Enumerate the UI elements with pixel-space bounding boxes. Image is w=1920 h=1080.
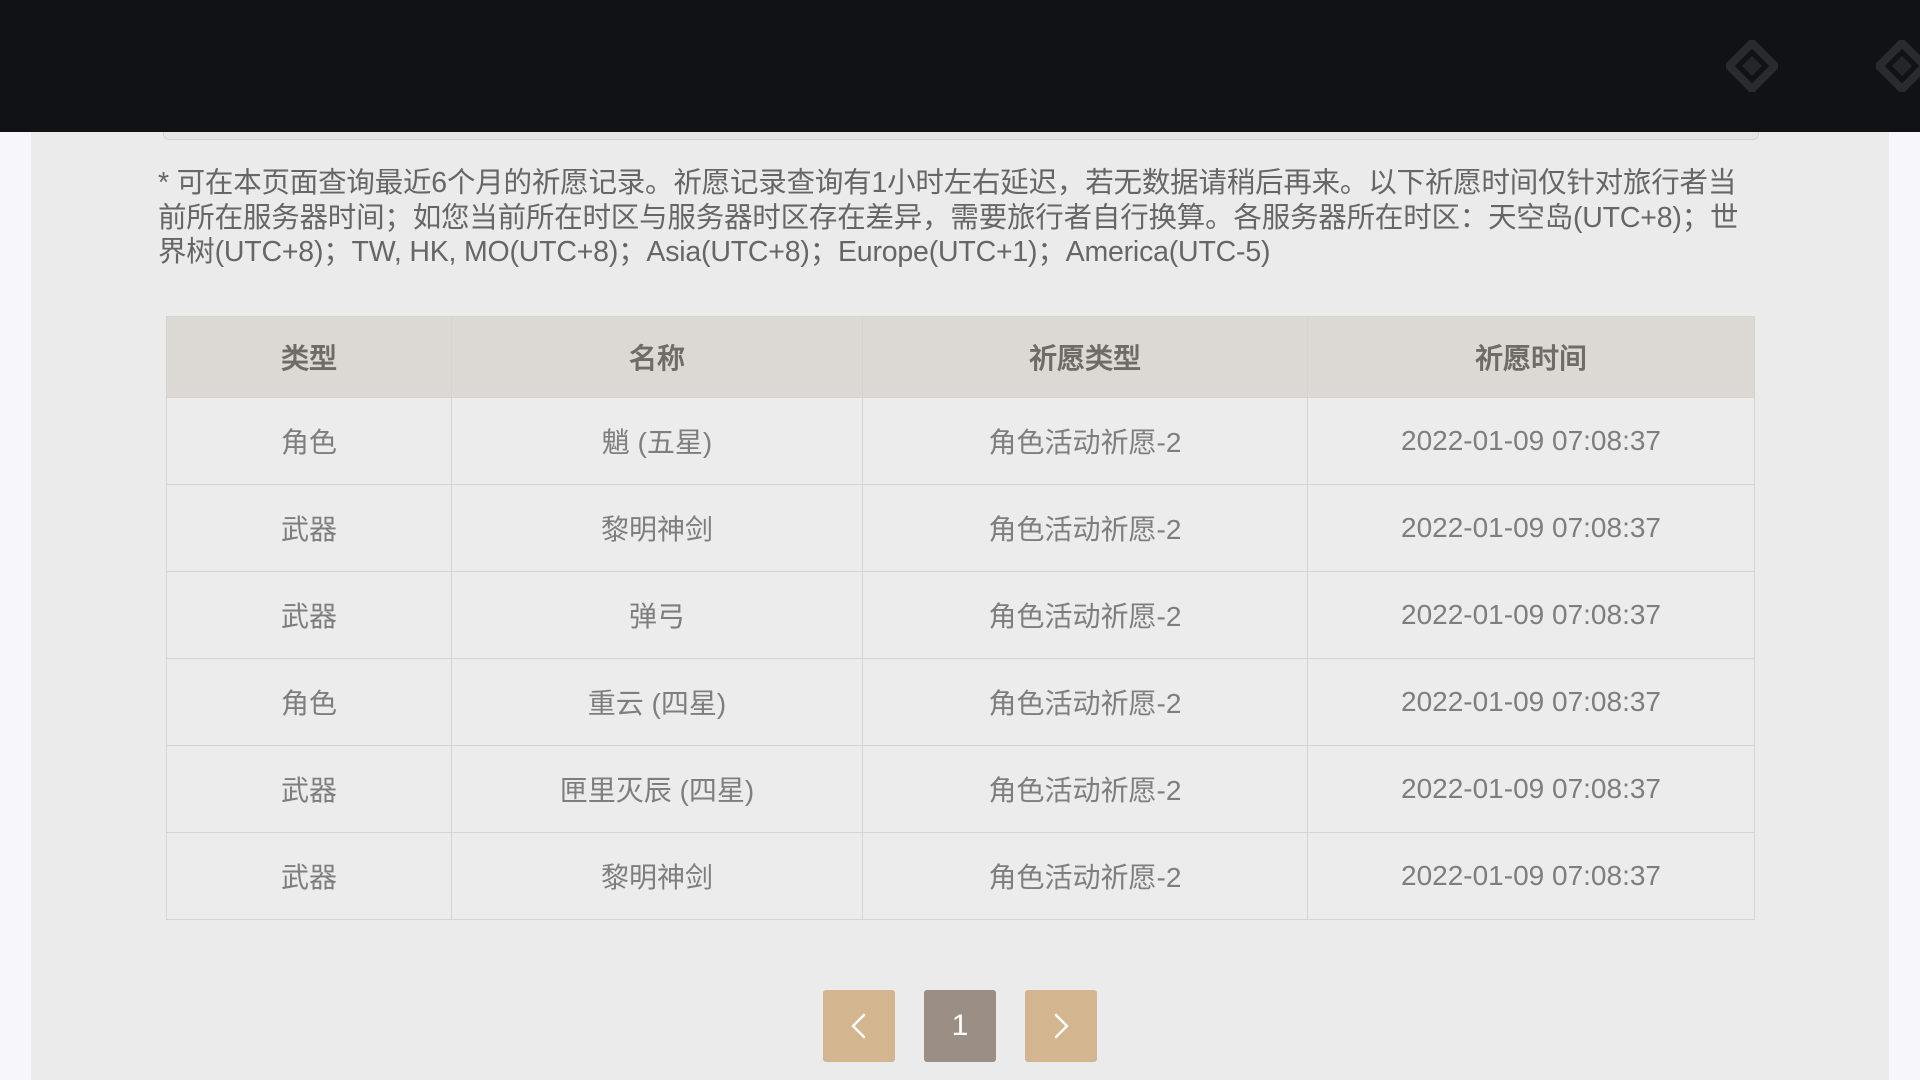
- chevron-right-icon: [1050, 1012, 1072, 1040]
- table-row: 角色 魈 (五星) 角色活动祈愿-2 2022-01-09 07:08:37: [166, 397, 1755, 485]
- cell-wish-type: 角色活动祈愿-2: [862, 832, 1308, 920]
- column-header-name: 名称: [451, 316, 863, 398]
- notice-text: * 可在本页面查询最近6个月的祈愿记录。祈愿记录查询有1小时左右延迟，若无数据请…: [158, 167, 1739, 268]
- cell-wish-time: 2022-01-09 07:08:37: [1307, 832, 1755, 920]
- cell-wish-type: 角色活动祈愿-2: [862, 658, 1308, 746]
- page-margin-right: [1889, 132, 1920, 1080]
- previous-page-button[interactable]: [823, 990, 895, 1062]
- wish-records-table: 类型 名称 祈愿类型 祈愿时间 角色 魈 (五星) 角色活动祈愿-2 2022-…: [166, 316, 1755, 920]
- cell-type: 武器: [166, 484, 452, 572]
- cell-wish-time: 2022-01-09 07:08:37: [1307, 658, 1755, 746]
- current-page-label: 1: [951, 1009, 969, 1042]
- chevron-left-icon: [848, 1012, 870, 1040]
- table-row: 角色 重云 (四星) 角色活动祈愿-2 2022-01-09 07:08:37: [166, 658, 1755, 746]
- cell-name: 黎明神剑: [451, 484, 863, 572]
- page-number-button[interactable]: 1: [924, 990, 996, 1062]
- cell-name: 匣里灭辰 (四星): [451, 745, 863, 833]
- cell-wish-type: 角色活动祈愿-2: [862, 397, 1308, 485]
- cell-wish-type: 角色活动祈愿-2: [862, 484, 1308, 572]
- cell-name: 弹弓: [451, 571, 863, 659]
- cell-wish-time: 2022-01-09 07:08:37: [1307, 484, 1755, 572]
- table-row: 武器 黎明神剑 角色活动祈愿-2 2022-01-09 07:08:37: [166, 832, 1755, 920]
- cell-name: 魈 (五星): [451, 397, 863, 485]
- table-row: 武器 弹弓 角色活动祈愿-2 2022-01-09 07:08:37: [166, 571, 1755, 659]
- cell-type: 武器: [166, 745, 452, 833]
- page-margin-left: [0, 132, 31, 1080]
- cell-name: 重云 (四星): [451, 658, 863, 746]
- cell-wish-time: 2022-01-09 07:08:37: [1307, 745, 1755, 833]
- cell-type: 角色: [166, 397, 452, 485]
- wish-records-table-wrapper: 类型 名称 祈愿类型 祈愿时间 角色 魈 (五星) 角色活动祈愿-2 2022-…: [166, 316, 1755, 920]
- column-header-wish-type: 祈愿类型: [862, 316, 1308, 398]
- column-header-wish-time: 祈愿时间: [1307, 316, 1755, 398]
- diamond-icon: [1723, 37, 1781, 95]
- cell-wish-time: 2022-01-09 07:08:37: [1307, 571, 1755, 659]
- diamond-icon: [1873, 37, 1920, 95]
- cell-type: 角色: [166, 658, 452, 746]
- cell-wish-type: 角色活动祈愿-2: [862, 571, 1308, 659]
- next-page-button[interactable]: [1025, 990, 1097, 1062]
- cell-name: 黎明神剑: [451, 832, 863, 920]
- column-header-type: 类型: [166, 316, 452, 398]
- cell-type: 武器: [166, 571, 452, 659]
- table-header-row: 类型 名称 祈愿类型 祈愿时间: [166, 316, 1755, 398]
- top-header-bar: [0, 0, 1920, 132]
- cell-wish-time: 2022-01-09 07:08:37: [1307, 397, 1755, 485]
- cell-type: 武器: [166, 832, 452, 920]
- table-row: 武器 匣里灭辰 (四星) 角色活动祈愿-2 2022-01-09 07:08:3…: [166, 745, 1755, 833]
- cell-wish-type: 角色活动祈愿-2: [862, 745, 1308, 833]
- table-row: 武器 黎明神剑 角色活动祈愿-2 2022-01-09 07:08:37: [166, 484, 1755, 572]
